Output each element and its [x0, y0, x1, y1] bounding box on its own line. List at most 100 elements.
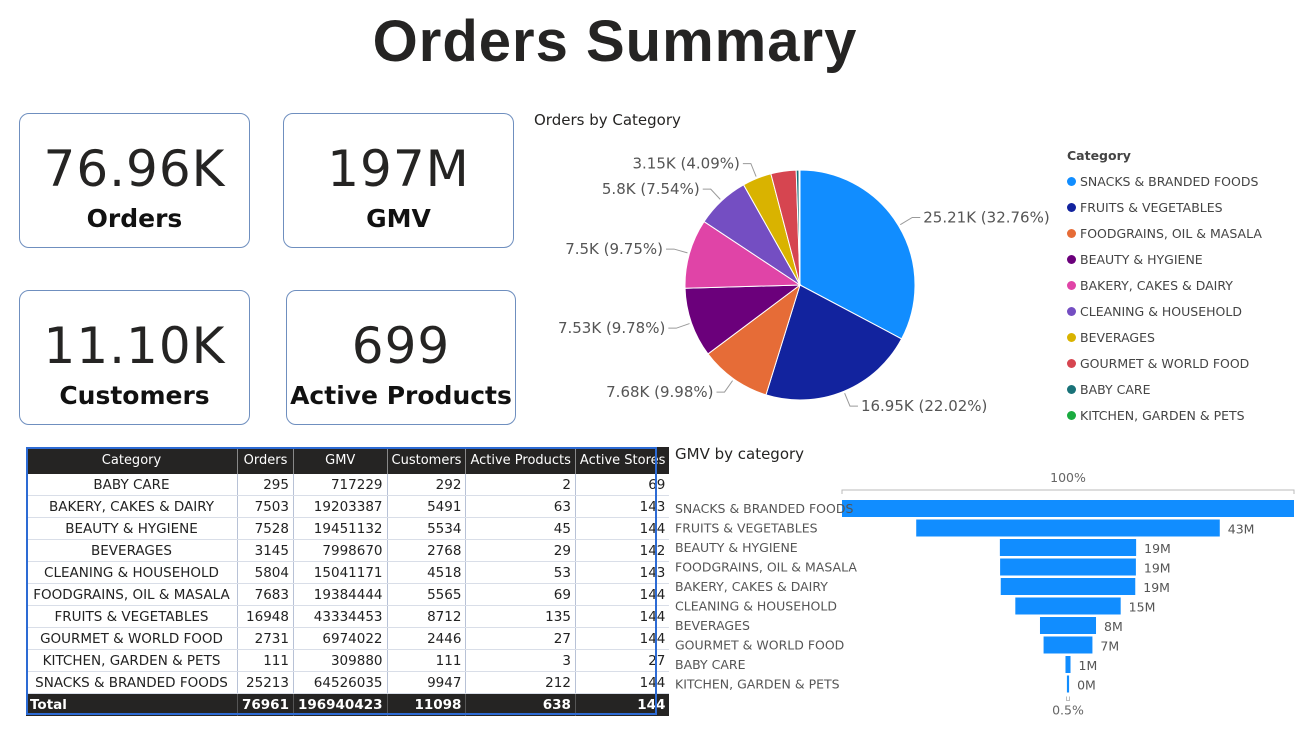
- funnel-bar[interactable]: [842, 500, 1294, 517]
- legend-label: FRUITS & VEGETABLES: [1080, 199, 1223, 215]
- table-cell: SNACKS & BRANDED FOODS: [26, 671, 238, 694]
- kpi-card-customers[interactable]: 11.10K Customers: [19, 290, 250, 425]
- funnel-bar[interactable]: [1043, 636, 1093, 654]
- table-cell: 7503: [237, 495, 294, 518]
- table-cell: GOURMET & WORLD FOOD: [26, 627, 238, 650]
- legend-swatch: [1067, 254, 1076, 264]
- table-cell: BEVERAGES: [26, 539, 238, 562]
- table-cell: 64526035: [292, 671, 388, 694]
- funnel-bar[interactable]: [1039, 617, 1097, 634]
- orders-by-category-pie[interactable]: 25.21K (32.76%) 16.95K (22.02%) 7.68K (9.9…: [520, 140, 1065, 430]
- pie-data-label: 3.15K (4.09%): [633, 155, 740, 173]
- funnel-bottom-bracket: [1066, 696, 1070, 701]
- table-cell: CLEANING & HOUSEHOLD: [26, 561, 238, 584]
- table-cell: 9947: [386, 671, 466, 694]
- table-cell: 27: [465, 627, 576, 650]
- funnel-data-label: 8M: [1104, 619, 1123, 634]
- col-header-active-stores[interactable]: Active Stores: [574, 447, 670, 474]
- funnel-bar[interactable]: [1066, 675, 1070, 693]
- table-cell: 717229: [292, 474, 388, 496]
- table-cell: 27: [574, 649, 670, 672]
- table-row[interactable]: GOURMET & WORLD FOOD 2731 6974022 2446 27 144: [26, 627, 670, 650]
- table-cell: 63: [465, 495, 576, 518]
- legend-item[interactable]: BAKERY, CAKES & DAIRY: [1067, 272, 1262, 298]
- kpi-gmv-value: 197M: [327, 140, 470, 198]
- table-row[interactable]: FRUITS & VEGETABLES 16948 43334453 8712 135 1…: [26, 605, 670, 628]
- table-cell: 143: [574, 561, 670, 584]
- col-header-category[interactable]: Category: [26, 447, 238, 474]
- table-cell: 142: [574, 539, 670, 562]
- table-row[interactable]: BABY CARE 295 717229 292 2 69: [26, 474, 670, 496]
- pie-legend[interactable]: Category SNACKS & BRANDED FOODS FRUITS & …: [1067, 148, 1262, 428]
- table-row[interactable]: KITCHEN, GARDEN & PETS 111 309880 111 3 27: [26, 649, 670, 672]
- legend-item[interactable]: BEAUTY & HYGIENE: [1067, 246, 1262, 272]
- legend-swatch: [1067, 280, 1076, 290]
- funnel-data-label: 43M: [1228, 522, 1255, 537]
- legend-item[interactable]: KITCHEN, GARDEN & PETS: [1067, 402, 1262, 428]
- table-cell: 143: [574, 495, 670, 518]
- funnel-bar[interactable]: [999, 539, 1137, 556]
- table-cell: 111: [386, 649, 466, 672]
- table-row[interactable]: FOODGRAINS, OIL & MASALA 7683 19384444 5565…: [26, 583, 670, 606]
- kpi-customers-value: 11.10K: [43, 317, 226, 375]
- table-cell: KITCHEN, GARDEN & PETS: [26, 649, 238, 672]
- legend-label: BAKERY, CAKES & DAIRY: [1080, 277, 1233, 293]
- legend-item[interactable]: GOURMET & WORLD FOOD: [1067, 350, 1262, 376]
- table-cell: 5491: [386, 495, 466, 518]
- funnel-bar[interactable]: [1015, 597, 1121, 615]
- legend-item[interactable]: CLEANING & HOUSEHOLD: [1067, 298, 1262, 324]
- legend-title: Category: [1067, 148, 1131, 163]
- table-cell: 3145: [237, 539, 294, 562]
- page-title: Orders Summary: [372, 9, 858, 74]
- funnel-data-label: 1M: [1079, 658, 1098, 673]
- table-cell: 144: [574, 583, 670, 606]
- funnel-bar[interactable]: [1065, 656, 1071, 673]
- table-cell: 292: [386, 474, 466, 496]
- funnel-data-label: 7M: [1100, 639, 1119, 654]
- kpi-card-active-products[interactable]: 699 Active Products: [286, 290, 516, 425]
- table-cell: 45: [465, 517, 576, 540]
- funnel-category-label: SNACKS & BRANDED FOODS: [675, 501, 853, 516]
- table-cell: 19451132: [292, 517, 388, 540]
- legend-item[interactable]: FRUITS & VEGETABLES: [1067, 194, 1262, 220]
- funnel-data-label: 0M: [1077, 678, 1096, 693]
- table-cell: 295: [237, 474, 294, 496]
- col-header-customers[interactable]: Customers: [386, 447, 466, 474]
- table-cell: 144: [574, 517, 670, 540]
- table-cell: 144: [574, 605, 670, 628]
- funnel-data-label: 19M: [1143, 580, 1170, 595]
- legend-swatch: [1067, 358, 1076, 368]
- legend-item[interactable]: BABY CARE: [1067, 376, 1262, 402]
- table-row[interactable]: BAKERY, CAKES & DAIRY 7503 19203387 5491 63 1…: [26, 495, 670, 518]
- col-header-active-products[interactable]: Active Products: [465, 447, 576, 474]
- gmv-by-category-funnel[interactable]: 100% SNACKS & BRANDED FOODS FRUITS & VEGET…: [660, 460, 1297, 728]
- table-row[interactable]: SNACKS & BRANDED FOODS 25213 64526035 9947 2…: [26, 671, 670, 694]
- pie-leader-line: [844, 392, 858, 407]
- legend-label: GOURMET & WORLD FOOD: [1080, 355, 1250, 371]
- table-cell: BEAUTY & HYGIENE: [26, 517, 238, 540]
- pie-leader-line: [702, 188, 721, 200]
- table-row[interactable]: BEAUTY & HYGIENE 7528 19451132 5534 45 144: [26, 517, 670, 540]
- col-header-orders[interactable]: Orders: [237, 447, 294, 474]
- table-row[interactable]: BEVERAGES 3145 7998670 2768 29 142: [26, 539, 670, 562]
- legend-item[interactable]: SNACKS & BRANDED FOODS: [1067, 168, 1262, 194]
- kpi-card-gmv[interactable]: 197M GMV: [283, 113, 514, 248]
- table-row[interactable]: CLEANING & HOUSEHOLD 5804 15041171 4518 53 14…: [26, 561, 670, 584]
- kpi-orders-value: 76.96K: [43, 140, 226, 198]
- funnel-bar[interactable]: [1000, 558, 1136, 576]
- kpi-card-orders[interactable]: 76.96K Orders: [19, 113, 250, 248]
- table-cell: 7528: [237, 517, 294, 540]
- funnel-category-label: FRUITS & VEGETABLES: [675, 521, 818, 536]
- pie-data-label: 16.95K (22.02%): [861, 397, 987, 415]
- funnel-bar[interactable]: [916, 519, 1220, 537]
- funnel-bar[interactable]: [1000, 578, 1136, 595]
- legend-item[interactable]: BEVERAGES: [1067, 324, 1262, 350]
- table-cell: 29: [465, 539, 576, 562]
- category-table[interactable]: Category Orders GMV Customers Active Pro…: [26, 447, 670, 716]
- legend-item[interactable]: FOODGRAINS, OIL & MASALA: [1067, 220, 1262, 246]
- col-header-gmv[interactable]: GMV: [292, 447, 388, 474]
- table-cell: 3: [465, 649, 576, 672]
- table-cell: 309880: [292, 649, 388, 672]
- table-cell: 4518: [386, 561, 466, 584]
- legend-swatch: [1067, 332, 1076, 342]
